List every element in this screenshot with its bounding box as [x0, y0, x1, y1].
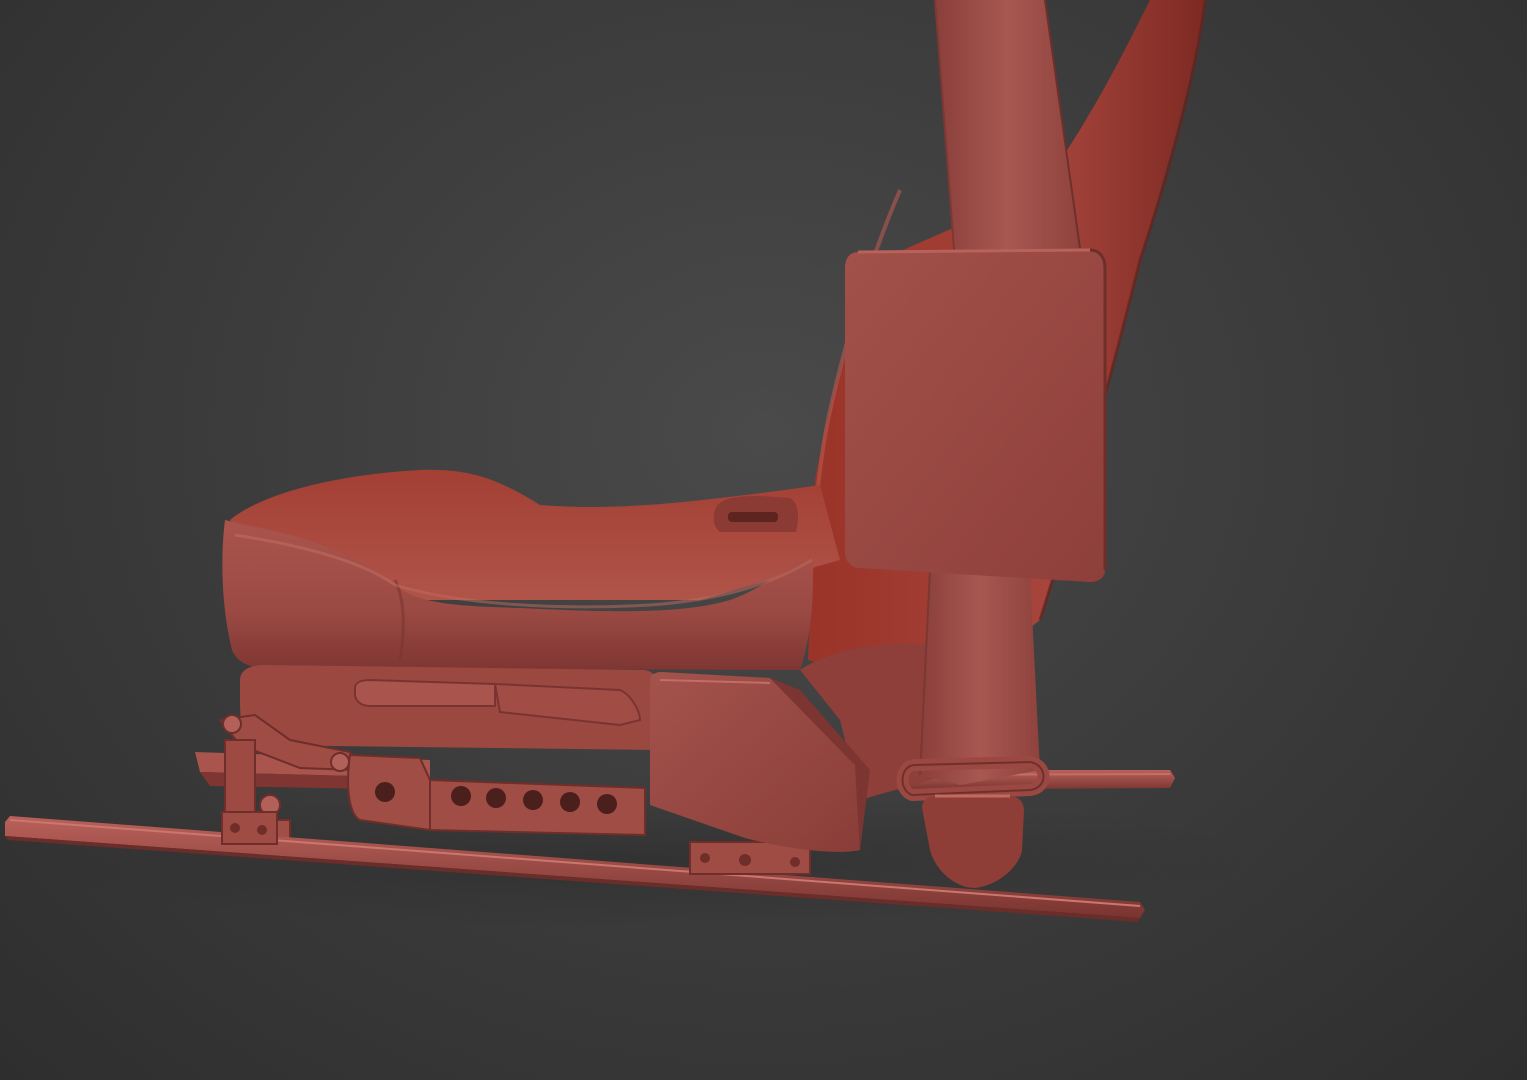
car-seat-render [5, 0, 1260, 930]
belt-retractor [845, 248, 1107, 582]
seat-cushion [222, 469, 840, 670]
frame-hole [597, 794, 617, 814]
frame-hole [523, 790, 543, 810]
lap-belt-strap [919, 569, 1040, 785]
frame-hole [486, 788, 506, 808]
hinge-bolt [222, 714, 242, 734]
frame-hole [375, 782, 395, 802]
frame-hole [451, 786, 471, 806]
shoulder-belt-upper [934, 0, 1081, 263]
render-viewport [0, 0, 1527, 1080]
hinge-bolt [330, 752, 350, 772]
buckle-stub-icon [713, 496, 798, 532]
frame-hole [560, 792, 580, 812]
